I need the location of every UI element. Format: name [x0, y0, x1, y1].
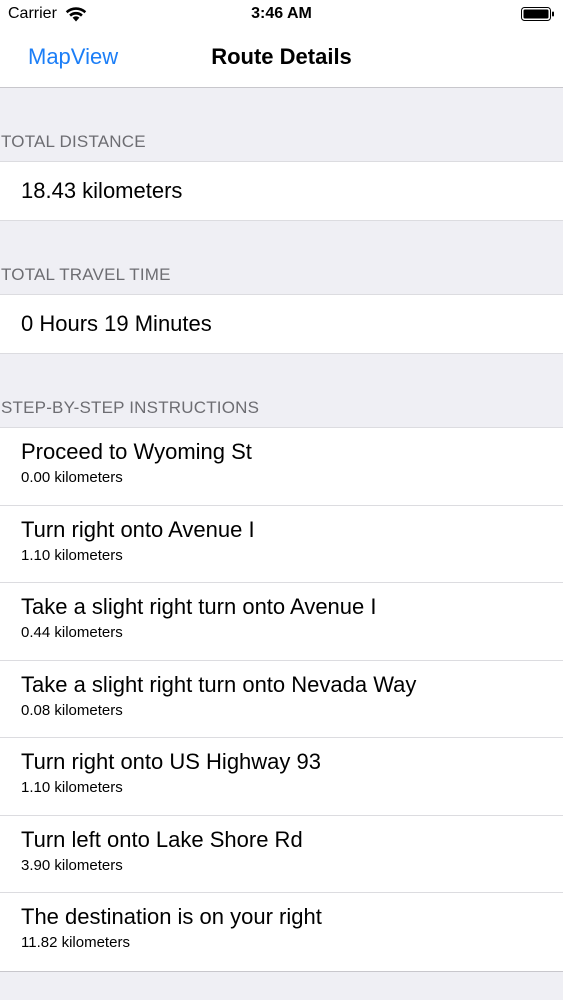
status-time: 3:46 AM: [251, 5, 312, 22]
step-instruction: Take a slight right turn onto Avenue I: [21, 594, 377, 619]
step-instruction: Take a slight right turn onto Nevada Way: [21, 671, 417, 697]
step-instruction: The destination is on your right: [21, 904, 322, 929]
total-distance-cell: 18.43 kilometers: [0, 162, 563, 221]
step-distance: 0.00 kilometers: [21, 469, 123, 486]
section-header-step-instructions: STEP-BY-STEP INSTRUCTIONS: [0, 354, 563, 428]
status-bar: Carrier 3:46 AM: [0, 0, 563, 30]
step-distance: 3.90 kilometers: [21, 856, 123, 874]
page-title: Route Details: [211, 44, 352, 69]
section-header-total-distance: TOTAL DISTANCE: [0, 88, 563, 162]
step-row[interactable]: Take a slight right turn onto Avenue I 0…: [0, 583, 563, 661]
step-instruction: Turn right onto Avenue I: [21, 516, 255, 542]
step-row[interactable]: Proceed to Wyoming St 0.00 kilometers: [0, 428, 563, 506]
step-distance: 1.10 kilometers: [21, 546, 123, 564]
step-row[interactable]: The destination is on your right 11.82 k…: [0, 893, 563, 971]
total-travel-time-cell: 0 Hours 19 Minutes: [0, 295, 563, 354]
step-row[interactable]: Turn right onto US Highway 93 1.10 kilom…: [0, 738, 563, 816]
step-distance: 11.82 kilometers: [21, 934, 130, 951]
step-distance: 0.44 kilometers: [21, 624, 123, 641]
section-header-total-travel-time: TOTAL TRAVEL TIME: [0, 221, 563, 295]
step-row[interactable]: Take a slight right turn onto Nevada Way…: [0, 661, 563, 739]
step-row[interactable]: Turn right onto Avenue I 1.10 kilometers: [0, 506, 563, 584]
step-instruction: Turn right onto US Highway 93: [21, 749, 321, 774]
navigation-bar: MapView Route Details: [0, 30, 563, 88]
step-list: Proceed to Wyoming St 0.00 kilometers Tu…: [0, 428, 563, 972]
step-instruction: Turn left onto Lake Shore Rd: [21, 826, 303, 852]
battery-icon: [521, 7, 554, 21]
step-distance: 1.10 kilometers: [21, 779, 123, 796]
route-details-table: TOTAL DISTANCE 18.43 kilometers TOTAL TR…: [0, 88, 563, 972]
step-row[interactable]: Turn left onto Lake Shore Rd 3.90 kilome…: [0, 816, 563, 894]
step-distance: 0.08 kilometers: [21, 701, 123, 719]
step-instruction: Proceed to Wyoming St: [21, 439, 252, 464]
